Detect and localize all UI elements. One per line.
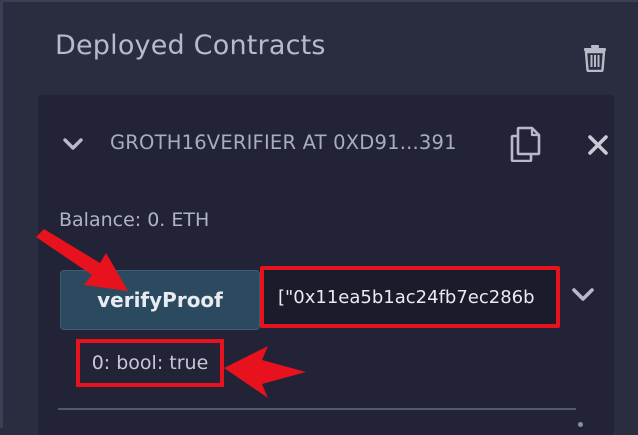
contract-balance: Balance: 0. ETH	[59, 209, 210, 231]
contract-name: GROTH16VERIFIER AT 0XD91...391	[110, 131, 457, 154]
divider	[58, 408, 576, 410]
call-result: 0: bool: true	[76, 339, 224, 387]
section-title: Deployed Contracts	[55, 30, 326, 61]
close-icon[interactable]	[586, 133, 610, 157]
panel-top-border	[0, 0, 638, 2]
verify-proof-button[interactable]: verifyProof	[60, 270, 260, 330]
contract-header[interactable]: GROTH16VERIFIER AT 0XD91...391	[38, 95, 614, 195]
panel-left-border	[0, 0, 3, 428]
chevron-down-icon[interactable]	[570, 285, 596, 305]
deployed-contract-card: GROTH16VERIFIER AT 0XD91...391 Balance: …	[38, 95, 614, 435]
verify-proof-args-input[interactable]: ["0x11ea5b1ac24fb7ec286b	[260, 266, 560, 328]
chevron-down-icon[interactable]	[62, 133, 84, 155]
trash-icon[interactable]	[582, 44, 608, 72]
more-dot	[578, 422, 583, 427]
copy-icon[interactable]	[508, 126, 542, 162]
